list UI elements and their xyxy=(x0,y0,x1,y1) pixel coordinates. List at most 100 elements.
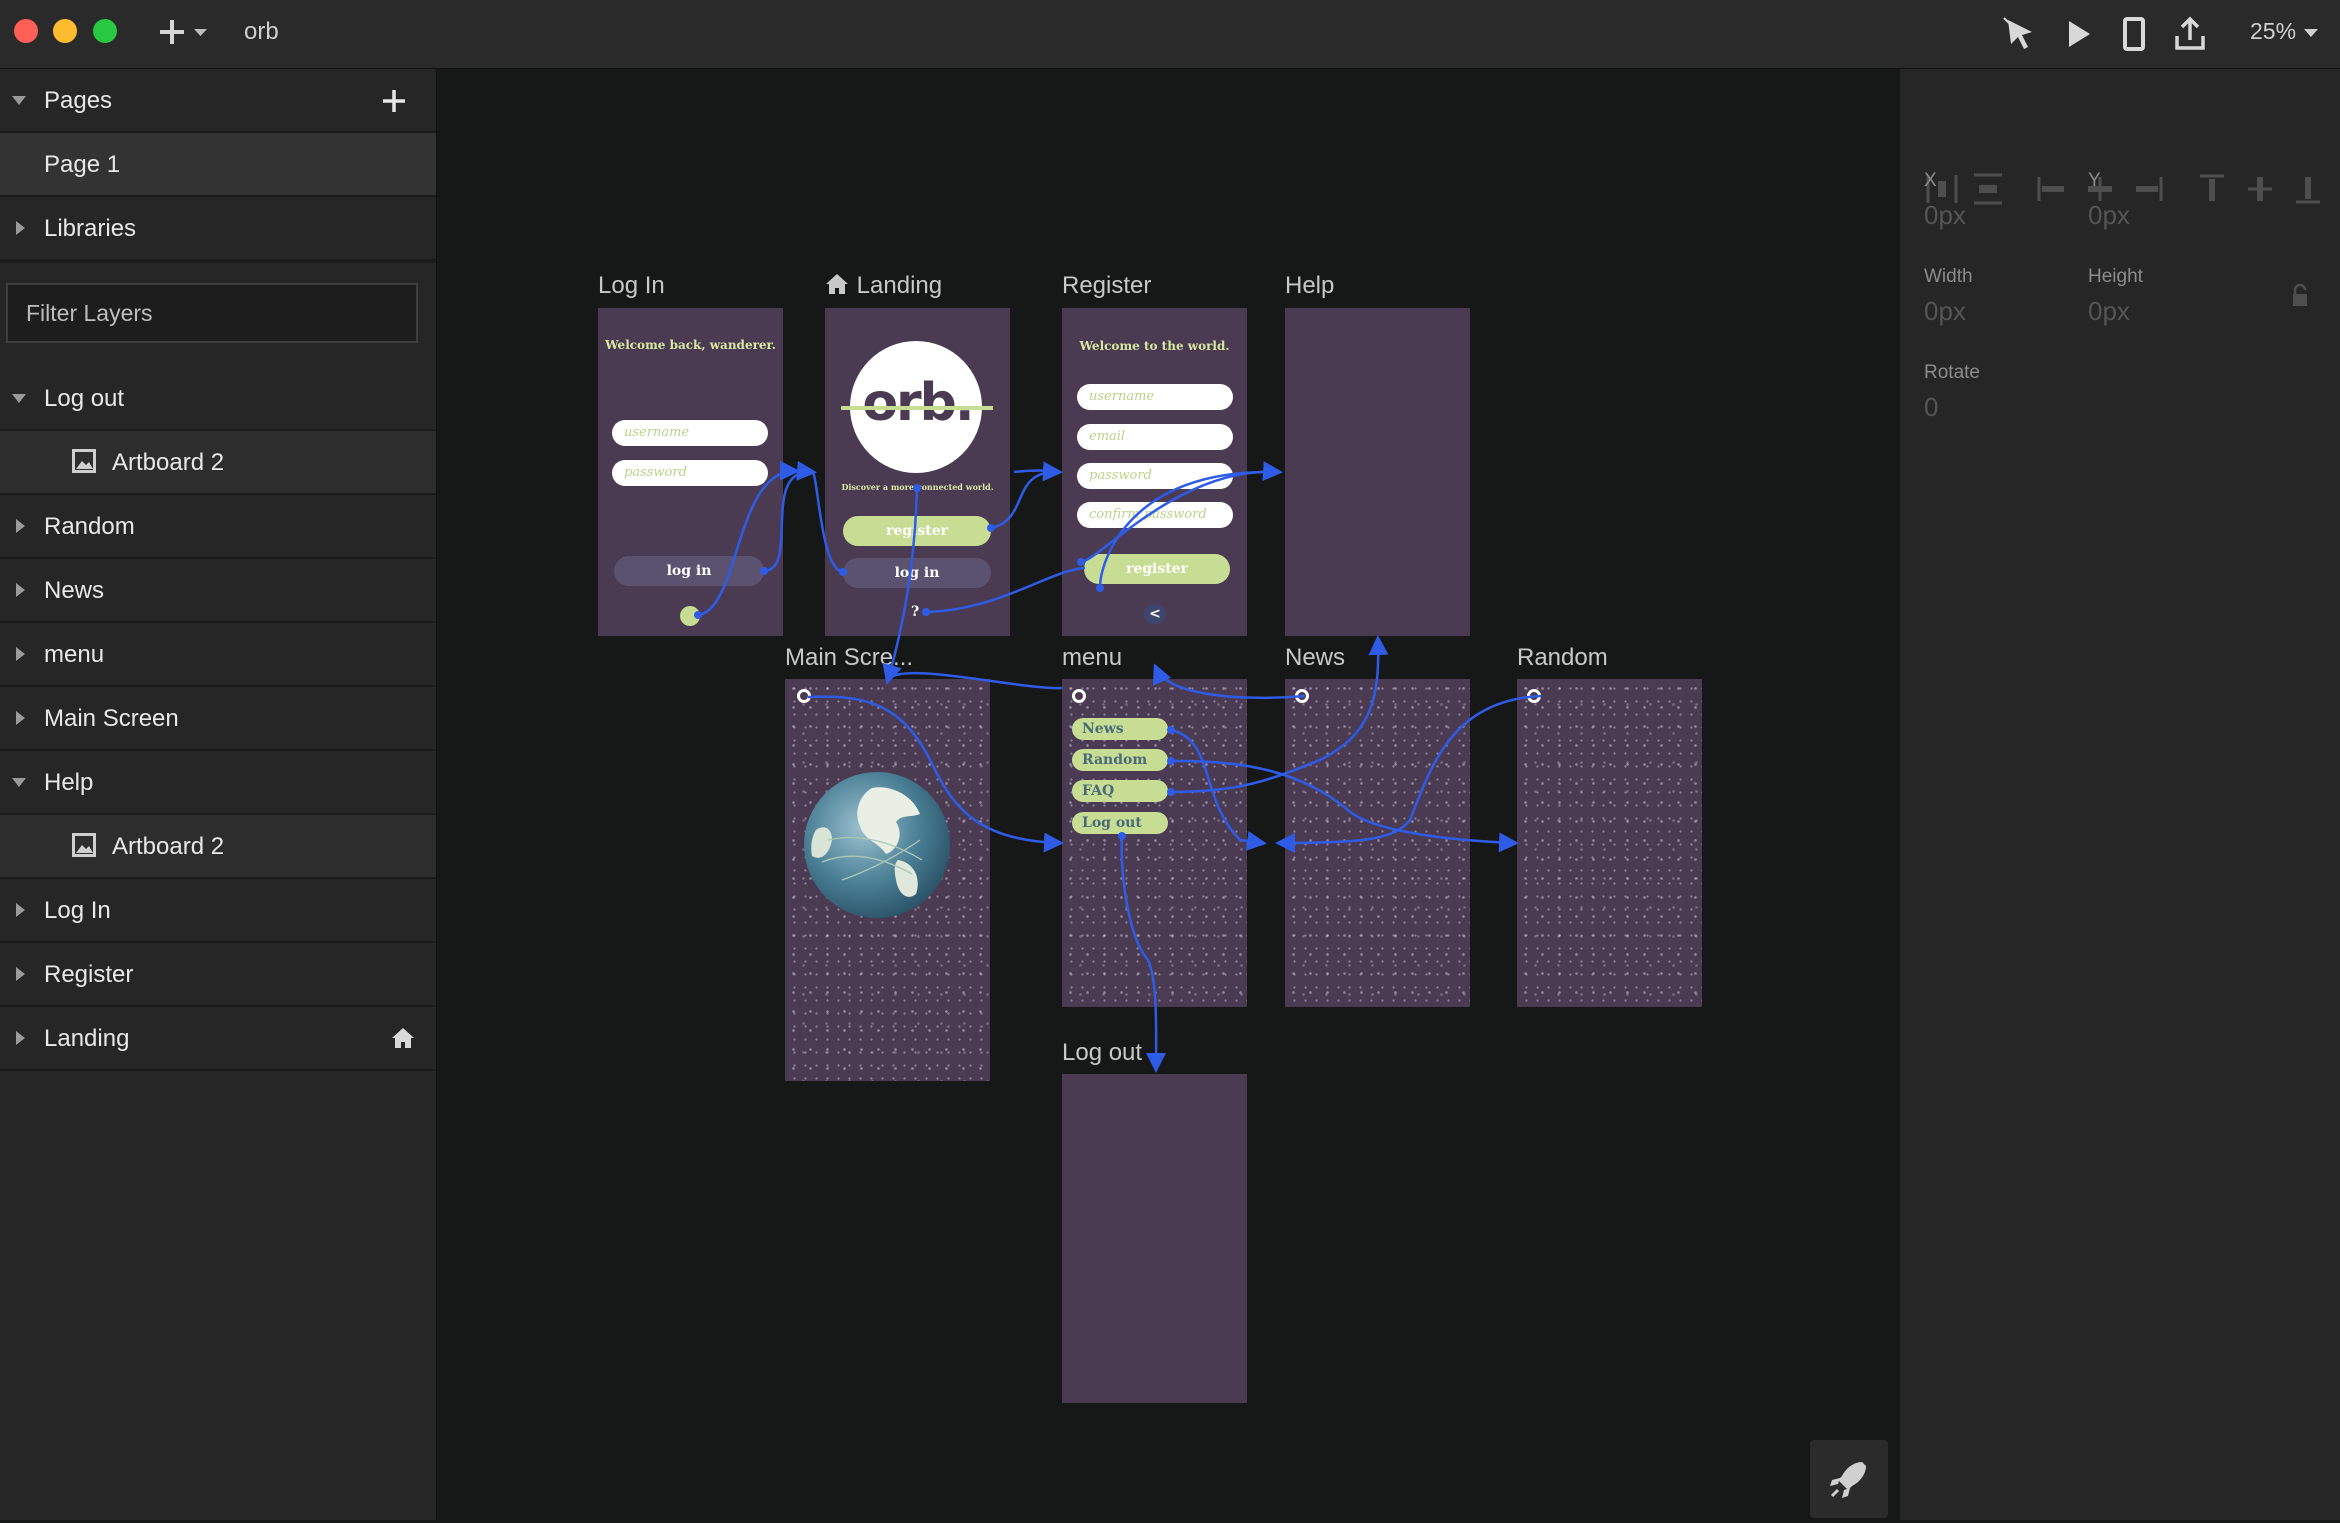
libraries-row[interactable]: Libraries xyxy=(0,197,436,263)
device-preview-button[interactable] xyxy=(2114,14,2154,54)
layer-main-screen[interactable]: Main Screen xyxy=(0,687,436,751)
register-password-field: password xyxy=(1077,463,1233,489)
layer-artboard-2[interactable]: Artboard 2 xyxy=(0,815,436,879)
lock-icon[interactable] xyxy=(2290,283,2310,309)
artboard-log-in[interactable]: Welcome back, wanderer. username passwor… xyxy=(598,308,783,636)
align-top-icon[interactable] xyxy=(2194,171,2230,207)
artboard-title-main-screen[interactable]: Main Scre... xyxy=(785,644,913,672)
document-title: orb xyxy=(244,18,279,45)
artboard-landing[interactable]: orb. Discover a more connected world. re… xyxy=(825,308,1010,636)
inspector-panel: X 0px Y 0px Width 0px Height 0px Rotate … xyxy=(1900,69,2340,1520)
align-left-icon[interactable] xyxy=(2034,171,2070,207)
layer-artboard-2[interactable]: Artboard 2 xyxy=(0,431,436,495)
artboard-help[interactable] xyxy=(1285,308,1470,636)
artboard-random[interactable] xyxy=(1517,679,1702,1007)
login-password-field: password xyxy=(612,460,768,486)
height-label: Height xyxy=(2088,266,2143,287)
x-label: X xyxy=(1924,170,1937,191)
layer-label: Register xyxy=(44,961,134,988)
layer-menu[interactable]: menu xyxy=(0,623,436,687)
rotate-input[interactable]: 0 xyxy=(1924,392,1938,423)
width-label: Width xyxy=(1924,266,1973,287)
register-button: register xyxy=(1084,554,1230,584)
layer-news[interactable]: News xyxy=(0,559,436,623)
artboard-main-screen[interactable] xyxy=(785,679,990,1081)
layer-log-out[interactable]: Log out xyxy=(0,367,436,431)
artboard-title-log-out[interactable]: Log out xyxy=(1062,1039,1142,1067)
chevron-right-icon xyxy=(16,903,25,917)
chevron-right-icon xyxy=(16,583,25,597)
menu-item-faq: FAQ xyxy=(1072,780,1168,802)
back-icon: < xyxy=(1144,604,1166,624)
layer-label: Main Screen xyxy=(44,705,179,732)
layer-log-in[interactable]: Log In xyxy=(0,879,436,943)
publish-button[interactable] xyxy=(1810,1440,1888,1518)
artboard-title-menu[interactable]: menu xyxy=(1062,644,1122,672)
page-item-page-1[interactable]: Page 1 xyxy=(0,133,436,197)
register-email-field: email xyxy=(1077,424,1233,450)
hotspot-icon xyxy=(1295,689,1309,703)
artboard-menu[interactable]: News Random FAQ Log out xyxy=(1062,679,1247,1007)
layer-label: menu xyxy=(44,641,105,668)
layer-label: Help xyxy=(44,769,94,796)
zoom-window-button[interactable] xyxy=(93,19,117,43)
artboard-title-landing[interactable]: Landing xyxy=(824,272,942,300)
filter-layers-input[interactable] xyxy=(6,283,418,343)
menu-item-news: News xyxy=(1072,718,1168,740)
landing-register-button: register xyxy=(843,516,991,546)
share-button[interactable] xyxy=(2170,14,2210,54)
chevron-down-icon xyxy=(12,394,26,403)
artboard-log-out[interactable] xyxy=(1062,1074,1247,1403)
add-menu-button[interactable] xyxy=(155,12,215,52)
layer-random[interactable]: Random xyxy=(0,495,436,559)
y-input[interactable]: 0px xyxy=(2088,200,2130,231)
layer-label: Artboard 2 xyxy=(112,449,225,476)
zoom-dropdown[interactable]: 25% xyxy=(2250,18,2319,45)
artboard-title-log-in[interactable]: Log In xyxy=(598,272,665,300)
artboard-title-help[interactable]: Help xyxy=(1285,272,1334,300)
image-icon xyxy=(72,833,96,857)
artboard-news[interactable] xyxy=(1285,679,1470,1007)
page-item-label: Page 1 xyxy=(44,151,121,178)
minimize-window-button[interactable] xyxy=(53,19,77,43)
layer-landing[interactable]: Landing xyxy=(0,1007,436,1071)
register-confirm-field: confirm password xyxy=(1077,502,1233,528)
chevron-right-icon xyxy=(16,711,25,725)
login-username-field: username xyxy=(612,420,768,446)
align-middle-icon[interactable] xyxy=(2242,171,2278,207)
layer-help[interactable]: Help xyxy=(0,751,436,815)
logo-underline xyxy=(841,406,993,410)
rotate-label: Rotate xyxy=(1924,362,1980,383)
distribute-vertical-icon[interactable] xyxy=(1970,171,2006,207)
artboard-title-label: Landing xyxy=(856,272,943,299)
login-button: log in xyxy=(614,556,764,586)
x-input[interactable]: 0px xyxy=(1924,200,1966,231)
artboard-register[interactable]: Welcome to the world. username email pas… xyxy=(1062,308,1247,636)
title-bar: orb 25% xyxy=(0,0,2340,69)
align-bottom-icon[interactable] xyxy=(2290,171,2326,207)
play-icon xyxy=(2069,21,2090,47)
chevron-right-icon xyxy=(16,519,25,533)
artboard-title-register[interactable]: Register xyxy=(1062,272,1151,300)
width-input[interactable]: 0px xyxy=(1924,296,1966,327)
menu-item-log-out: Log out xyxy=(1072,812,1168,834)
close-window-button[interactable] xyxy=(14,19,38,43)
pages-header[interactable]: Pages xyxy=(0,69,436,133)
height-input[interactable]: 0px xyxy=(2088,296,2130,327)
plus-icon xyxy=(160,20,207,44)
play-button[interactable] xyxy=(2058,14,2098,54)
chevron-right-icon xyxy=(16,1031,25,1045)
align-right-icon[interactable] xyxy=(2130,171,2166,207)
add-page-icon[interactable] xyxy=(380,87,408,115)
home-icon xyxy=(826,274,848,294)
layer-register[interactable]: Register xyxy=(0,943,436,1007)
register-heading: Welcome to the world. xyxy=(1079,339,1230,353)
back-icon xyxy=(680,606,700,626)
select-arrow-icon xyxy=(2003,17,2032,49)
rocket-icon xyxy=(1830,1462,1866,1498)
hotspot-icon xyxy=(1527,689,1541,703)
artboard-title-news[interactable]: News xyxy=(1285,644,1345,672)
preview-select-button[interactable] xyxy=(2000,14,2040,54)
chevron-down-icon xyxy=(12,96,26,105)
artboard-title-random[interactable]: Random xyxy=(1517,644,1608,672)
